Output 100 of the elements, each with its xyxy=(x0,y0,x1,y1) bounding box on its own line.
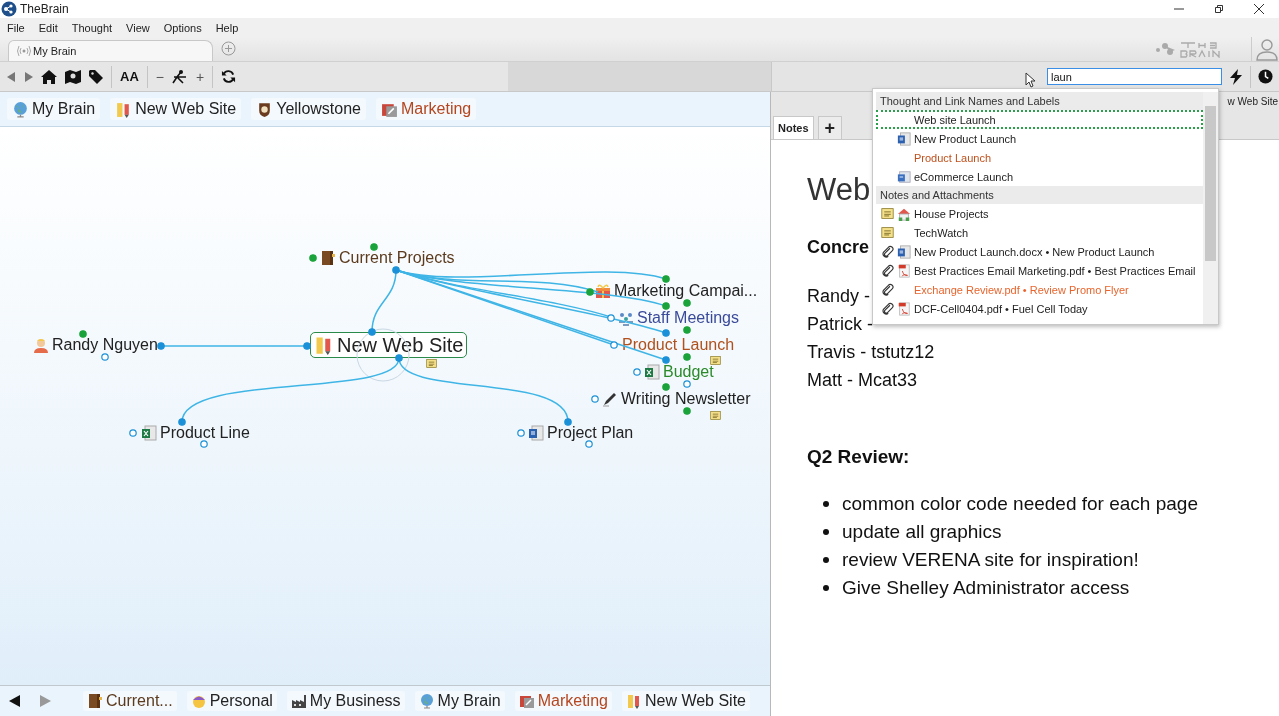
menu-item[interactable]: View xyxy=(126,21,150,34)
user-icon[interactable] xyxy=(1251,37,1279,61)
gate-dot[interactable] xyxy=(591,395,599,403)
gift-icon xyxy=(595,283,611,299)
back-icon[interactable] xyxy=(9,695,21,707)
menu-item[interactable]: File xyxy=(7,21,25,34)
thought-node[interactable]: Writing Newsletter xyxy=(600,390,753,408)
gate-dot[interactable] xyxy=(517,429,525,437)
paperclip-icon xyxy=(880,302,894,315)
thought-node[interactable]: Product Launch xyxy=(620,336,737,354)
close-icon xyxy=(1254,4,1264,14)
search-result[interactable]: New Product Launch.docx • New Product Launch xyxy=(876,242,1203,261)
bullet-text: review VERENA site for inspiration! xyxy=(842,548,1139,572)
pinned-thought[interactable]: Marketing xyxy=(376,98,477,120)
gate-dot[interactable] xyxy=(662,275,670,283)
zoom-out-button[interactable]: − xyxy=(155,68,164,85)
thought-node[interactable]: Current Projects xyxy=(318,249,457,267)
bullet-dot xyxy=(823,557,829,563)
gate-dot[interactable] xyxy=(683,299,691,307)
gate-dot[interactable] xyxy=(564,418,572,426)
gate-dot[interactable] xyxy=(662,383,670,391)
zoom-in-button[interactable]: + xyxy=(195,68,205,85)
lightning-icon[interactable] xyxy=(1229,68,1243,85)
gate-dot[interactable] xyxy=(662,329,670,337)
gate-dot[interactable] xyxy=(101,353,109,361)
gate-dot[interactable] xyxy=(586,288,594,296)
gate-dot[interactable] xyxy=(633,368,641,376)
thought-node[interactable]: Marketing Campai... xyxy=(593,282,760,300)
thought-node[interactable]: Project Plan xyxy=(526,424,636,442)
gate-dot[interactable] xyxy=(683,380,691,388)
gate-dot[interactable] xyxy=(662,356,670,364)
bullet-text: update all graphics xyxy=(842,520,1002,544)
pinned-thought[interactable]: New Web Site xyxy=(110,98,242,120)
clock-icon[interactable] xyxy=(1258,69,1273,84)
search-result[interactable]: Product Launch xyxy=(876,148,1203,167)
thought-node[interactable]: Staff Meetings xyxy=(616,309,741,327)
refresh-icon[interactable] xyxy=(221,69,237,84)
gate-dot[interactable] xyxy=(309,254,317,262)
search-result[interactable]: TechWatch xyxy=(876,223,1203,242)
history-item[interactable]: My Brain xyxy=(414,691,505,711)
tab[interactable]: My Brain xyxy=(8,40,213,61)
gate-dot[interactable] xyxy=(607,314,615,322)
gate-dot[interactable] xyxy=(129,429,137,437)
gate-dot[interactable] xyxy=(662,302,670,310)
search-result[interactable]: Web site Launch xyxy=(876,110,1203,129)
tag-icon[interactable] xyxy=(89,69,103,84)
search-result[interactable]: House Projects xyxy=(876,204,1203,223)
layout-icon[interactable] xyxy=(171,68,188,85)
search-result[interactable]: Best Practices Email Marketing.pdf • Best Practices Email xyxy=(876,261,1203,280)
bullet-dot xyxy=(823,529,829,535)
menu-item[interactable]: Thought xyxy=(71,21,113,34)
pdf-icon xyxy=(897,263,911,278)
gate-dot[interactable] xyxy=(683,407,691,415)
gate-dot[interactable] xyxy=(303,342,311,350)
forward-icon[interactable] xyxy=(39,695,51,707)
gate-dot[interactable] xyxy=(79,330,87,338)
bullet-dot xyxy=(823,501,829,507)
history-item[interactable]: Current... xyxy=(83,691,177,711)
history-item[interactable]: New Web Site xyxy=(621,691,750,711)
menu-item[interactable]: Help xyxy=(215,21,239,34)
thought-node[interactable]: Budget xyxy=(642,363,716,381)
thought-node[interactable]: Product Line xyxy=(139,424,252,442)
gate-dot[interactable] xyxy=(395,354,403,362)
add-tab-icon[interactable] xyxy=(221,41,236,56)
history-item[interactable]: Personal xyxy=(186,691,277,711)
gate-dot[interactable] xyxy=(178,418,186,426)
thought-node[interactable]: New Web Site xyxy=(310,332,468,358)
factory-icon xyxy=(290,693,307,709)
forward-icon[interactable] xyxy=(24,71,33,82)
gate-dot[interactable] xyxy=(368,328,376,336)
menu-item[interactable]: Edit xyxy=(38,21,58,34)
note-line: Patrick - xyxy=(807,313,873,336)
scrollbar[interactable] xyxy=(1203,92,1218,324)
search-result[interactable]: DCF-Cell0404.pdf • Fuel Cell Today xyxy=(876,299,1203,318)
gate-dot[interactable] xyxy=(610,341,618,349)
pencils-icon xyxy=(625,693,642,709)
bullet-dot xyxy=(823,585,829,591)
history-item[interactable]: My Business xyxy=(286,691,405,711)
history-item[interactable]: Marketing xyxy=(514,691,612,711)
gate-dot[interactable] xyxy=(157,342,165,350)
gate-dot[interactable] xyxy=(585,440,593,448)
note-icon xyxy=(880,207,894,220)
home-icon[interactable] xyxy=(41,69,57,84)
gate-dot[interactable] xyxy=(683,326,691,334)
gate-dot[interactable] xyxy=(370,243,378,251)
search-result[interactable]: New Product Launch xyxy=(876,129,1203,148)
search-field[interactable]: laun xyxy=(1047,68,1222,85)
map-icon[interactable] xyxy=(65,69,81,84)
gate-dot[interactable] xyxy=(200,440,208,448)
thought-node[interactable]: Randy Nguyen xyxy=(31,336,160,354)
menu-item[interactable]: Options xyxy=(163,21,202,34)
people-icon xyxy=(618,310,634,326)
pinned-thought[interactable]: My Brain xyxy=(7,98,101,120)
gate-dot[interactable] xyxy=(392,266,400,274)
font-size-button[interactable]: AA xyxy=(120,69,139,84)
gate-dot[interactable] xyxy=(683,353,691,361)
notes-tab[interactable]: Notes xyxy=(773,116,814,139)
notes-tab[interactable]: + xyxy=(817,116,843,139)
pinned-thought[interactable]: Yellowstone xyxy=(251,98,366,120)
search-result[interactable]: eCommerce Launch xyxy=(876,167,1203,186)
